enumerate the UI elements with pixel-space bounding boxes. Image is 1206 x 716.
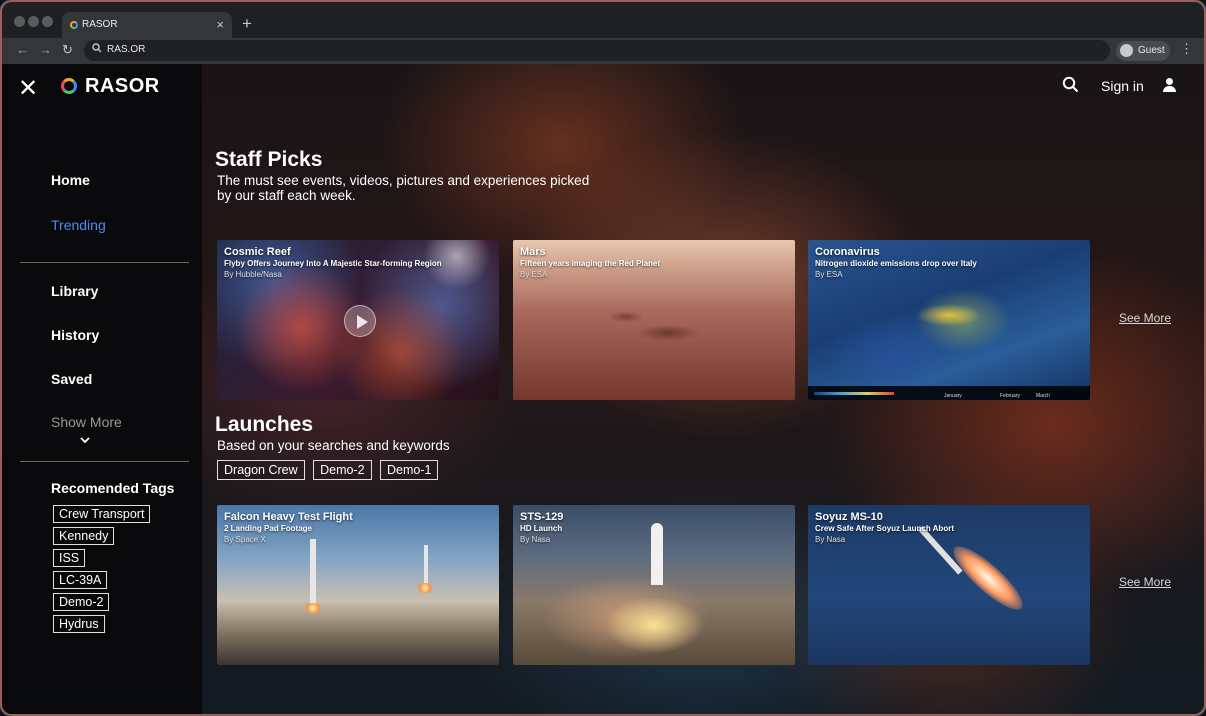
tag-chip[interactable]: Kennedy (53, 527, 115, 545)
rocket-flame-image (304, 603, 322, 613)
tab-title: RASOR (82, 19, 118, 30)
play-icon[interactable] (344, 305, 376, 337)
forward-arrow-icon[interactable]: → (39, 42, 52, 57)
sidebar-item-saved[interactable]: Saved (51, 371, 92, 387)
address-bar[interactable]: RAS.OR (84, 40, 1110, 61)
media-card-mars[interactable]: Mars Fifteen years imaging the Red Plane… (513, 240, 795, 400)
search-icon (92, 43, 102, 56)
profile-button[interactable]: Guest (1116, 41, 1170, 61)
card-author: By Nasa (520, 535, 551, 544)
sidebar-item-home[interactable]: Home (51, 172, 90, 188)
rocket-booster-image (424, 545, 428, 585)
profile-avatar-icon (1120, 44, 1133, 57)
profile-label: Guest (1138, 45, 1165, 56)
card-title: Soyuz MS-10 (815, 511, 883, 523)
filter-chip[interactable]: Demo-2 (313, 460, 372, 480)
brand-logo[interactable]: RASOR (85, 75, 160, 98)
filter-chip[interactable]: Demo-1 (380, 460, 439, 480)
reload-icon[interactable]: ↻ (62, 42, 73, 58)
back-arrow-icon[interactable]: ← (16, 42, 29, 57)
launches-see-more-link[interactable]: See More (1119, 575, 1171, 589)
launches-subtitle: Based on your searches and keywords (217, 438, 450, 453)
browser-window: RASOR × + ← → ↻ RAS.OR Guest ⋮ ✕ RASOR H… (2, 2, 1204, 714)
recommended-tags-list: Crew Transport Kennedy ISS LC-39A Demo-2… (53, 505, 193, 637)
card-title: Coronavirus (815, 246, 880, 258)
sidebar-divider (20, 461, 189, 462)
media-card-sts-129[interactable]: STS-129 HD Launch By Nasa (513, 505, 795, 665)
sidebar-item-trending[interactable]: Trending (51, 217, 106, 233)
card-author: By Hubble/Nasa (224, 270, 282, 279)
card-author: By ESA (520, 270, 548, 279)
color-scale-bar (814, 392, 894, 395)
logo-icon (61, 78, 77, 94)
user-icon-head (1166, 78, 1173, 85)
card-title: Mars (520, 246, 546, 258)
launches-filter-chips: Dragon Crew Demo-2 Demo-1 (217, 460, 442, 480)
user-icon[interactable] (1162, 78, 1178, 94)
browser-tab-bar: RASOR × + (2, 2, 1204, 38)
recommended-tags-heading: Recomended Tags (51, 480, 175, 496)
staff-picks-subtitle: The must see events, videos, pictures an… (217, 173, 590, 203)
shuttle-image (651, 523, 663, 585)
card-description: Nitrogen dioxide emissions drop over Ita… (815, 259, 977, 268)
staff-picks-title: Staff Picks (215, 148, 323, 171)
browser-tab[interactable]: RASOR × (62, 12, 232, 38)
tag-chip[interactable]: LC-39A (53, 571, 108, 589)
tab-close-icon[interactable]: × (216, 17, 224, 32)
tag-chip[interactable]: Hydrus (53, 615, 105, 633)
card-description: Crew Safe After Soyuz Launch Abort (815, 524, 954, 533)
close-icon[interactable]: ✕ (18, 74, 38, 103)
page: ✕ RASOR Home Trending Library History Sa… (2, 64, 1204, 714)
rocket-flame-image (417, 583, 433, 593)
card-description: 2 Landing Pad Footage (224, 524, 313, 533)
month-label: March (1036, 393, 1050, 399)
card-description: Fifteen years imaging the Red Planet (520, 259, 661, 268)
browser-toolbar: ← → ↻ RAS.OR Guest ⋮ (2, 38, 1204, 64)
rocket-booster-image (310, 539, 316, 605)
chevron-down-icon[interactable] (80, 435, 90, 447)
card-author: By Nasa (815, 535, 846, 544)
user-icon-body (1163, 86, 1176, 92)
sidebar-item-history[interactable]: History (51, 327, 99, 343)
card-author: By Space X (224, 535, 266, 544)
sidebar: ✕ RASOR Home Trending Library History Sa… (2, 64, 202, 714)
media-card-coronavirus[interactable]: Coronavirus Nitrogen dioxide emissions d… (808, 240, 1090, 400)
search-icon[interactable] (1062, 76, 1079, 98)
card-author: By ESA (815, 270, 843, 279)
month-label: January (944, 393, 962, 399)
media-card-soyuz-ms-10[interactable]: Soyuz MS-10 Crew Safe After Soyuz Launch… (808, 505, 1090, 665)
card-title: STS-129 (520, 511, 564, 523)
address-text: RAS.OR (107, 44, 146, 55)
menu-kebab-icon[interactable]: ⋮ (1180, 41, 1193, 57)
sidebar-divider (20, 262, 189, 263)
staff-picks-see-more-link[interactable]: See More (1119, 311, 1171, 325)
new-tab-button[interactable]: + (242, 14, 252, 34)
favicon-icon (70, 21, 78, 29)
card-description: Flyby Offers Journey Into A Majestic Sta… (224, 259, 442, 268)
media-card-falcon-heavy[interactable]: Falcon Heavy Test Flight 2 Landing Pad F… (217, 505, 499, 665)
media-card-cosmic-reef[interactable]: Cosmic Reef Flyby Offers Journey Into A … (217, 240, 499, 400)
rocket-flame-image (945, 538, 1031, 618)
map-color-scale: January February March (808, 386, 1090, 400)
show-more-button[interactable]: Show More (51, 414, 122, 430)
window-minimize-dot[interactable] (28, 16, 39, 27)
launches-title: Launches (215, 413, 314, 436)
card-title: Falcon Heavy Test Flight (224, 511, 353, 523)
month-label: February (1000, 393, 1021, 399)
filter-chip[interactable]: Dragon Crew (217, 460, 305, 480)
card-title: Cosmic Reef (224, 246, 291, 258)
window-close-dot[interactable] (14, 16, 25, 27)
sidebar-item-library[interactable]: Library (51, 283, 98, 299)
tag-chip[interactable]: ISS (53, 549, 86, 567)
tag-chip[interactable]: Crew Transport (53, 505, 151, 523)
window-zoom-dot[interactable] (42, 16, 53, 27)
sign-in-link[interactable]: Sign in (1101, 78, 1144, 94)
card-description: HD Launch (520, 524, 563, 533)
tag-chip[interactable]: Demo-2 (53, 593, 110, 611)
